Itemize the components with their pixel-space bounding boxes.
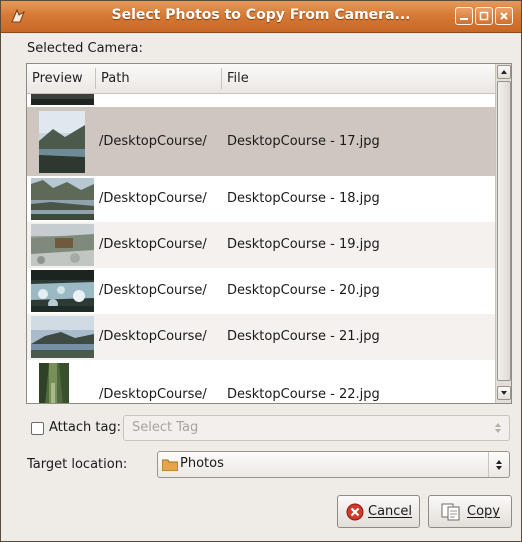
photo-thumbnail [31,224,94,266]
cancel-icon [346,503,364,521]
row-path: /DesktopCourse/ [99,134,207,149]
photo-list[interactable]: Preview Path File /DesktopCourse/ Deskto… [26,63,512,404]
vertical-scrollbar[interactable] [495,64,511,403]
table-row[interactable]: /DesktopCourse/ DesktopCourse - 19.jpg [27,222,495,268]
target-location-select[interactable]: Photos [157,451,510,478]
row-path: /DesktopCourse/ [99,191,207,206]
minimize-icon [460,18,468,20]
row-path: /DesktopCourse/ [99,329,207,344]
close-icon [500,12,508,20]
photo-thumbnail [31,178,94,220]
list-body: /DesktopCourse/ DesktopCourse - 17.jpg /… [27,94,495,403]
updown-arrows-icon [496,460,502,470]
attach-tag-label: Attach tag: [49,420,122,435]
column-file[interactable]: File [227,71,249,86]
close-button[interactable] [495,7,513,25]
cancel-label: Cancel [368,504,413,519]
table-row[interactable]: /DesktopCourse/ DesktopCourse - 22.jpg [27,360,495,403]
attach-tag-checkbox[interactable] [31,422,44,435]
column-separator [95,68,96,89]
folder-icon [162,459,178,471]
tag-select[interactable]: Select Tag [123,415,510,441]
table-row[interactable] [27,94,495,107]
photo-thumbnail [31,316,94,358]
photo-thumbnail [39,363,69,403]
table-row[interactable]: /DesktopCourse/ DesktopCourse - 17.jpg [27,107,495,176]
title-bar[interactable]: Select Photos to Copy From Camera... [1,1,521,33]
copy-label: Copy [467,504,500,519]
table-row[interactable]: /DesktopCourse/ DesktopCourse - 20.jpg [27,268,495,314]
arrow-down-icon [501,391,507,395]
list-header: Preview Path File [27,64,495,94]
row-path: /DesktopCourse/ [99,237,207,252]
scroll-thumb[interactable] [497,81,511,381]
column-separator [221,68,222,89]
photo-thumbnail [31,94,94,105]
scroll-up-button[interactable] [497,65,511,79]
arrow-up-icon [501,70,507,74]
target-location-label: Target location: [27,457,128,472]
column-preview[interactable]: Preview [32,71,83,86]
table-row[interactable]: /DesktopCourse/ DesktopCourse - 18.jpg [27,176,495,222]
row-file: DesktopCourse - 20.jpg [227,283,380,298]
tag-select-placeholder: Select Tag [132,420,199,435]
row-file: DesktopCourse - 19.jpg [227,237,380,252]
scroll-down-button[interactable] [497,386,511,400]
row-path: /DesktopCourse/ [99,283,207,298]
maximize-button[interactable] [475,7,493,25]
copy-icon [441,503,460,521]
photo-thumbnail [31,270,94,312]
row-file: DesktopCourse - 22.jpg [227,387,380,402]
row-file: DesktopCourse - 21.jpg [227,329,380,344]
target-location-value: Photos [180,456,224,471]
selected-camera-label: Selected Camera: [27,41,143,56]
updown-arrows-icon [495,423,501,433]
dialog-window: Select Photos to Copy From Camera... Sel… [0,0,522,542]
cancel-button[interactable]: Cancel [337,495,420,528]
minimize-button[interactable] [455,7,473,25]
row-path: /DesktopCourse/ [99,387,207,402]
row-file: DesktopCourse - 17.jpg [227,134,380,149]
combo-arrow [488,452,509,477]
row-file: DesktopCourse - 18.jpg [227,191,380,206]
table-row[interactable]: /DesktopCourse/ DesktopCourse - 21.jpg [27,314,495,360]
column-path[interactable]: Path [101,71,130,86]
copy-button[interactable]: Copy [428,495,512,528]
maximize-icon [479,11,489,21]
photo-thumbnail [39,111,85,173]
window-title: Select Photos to Copy From Camera... [111,7,411,23]
